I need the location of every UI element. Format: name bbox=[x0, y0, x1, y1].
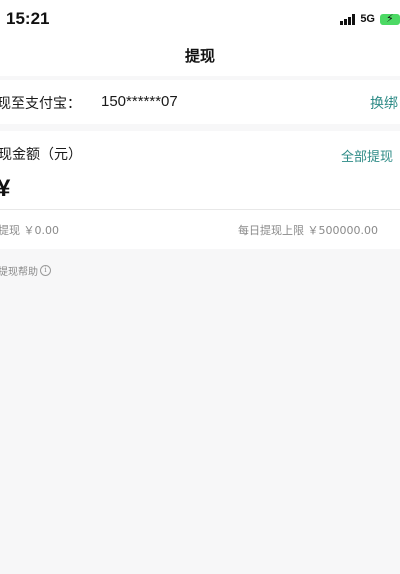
battery-charging-icon bbox=[380, 12, 400, 25]
currency-symbol: ¥ bbox=[0, 175, 11, 202]
help-label: 提现帮助 bbox=[0, 267, 38, 278]
withdraw-all-link[interactable]: 全部提现 bbox=[341, 146, 393, 165]
amount-input[interactable] bbox=[22, 176, 372, 204]
available-balance-text: 提现 ￥0.00 bbox=[0, 224, 59, 237]
network-label: 5G bbox=[360, 13, 375, 25]
divider bbox=[0, 209, 400, 210]
withdraw-help-link[interactable]: 提现帮助 i bbox=[0, 263, 51, 278]
amount-label: 现金额（元） bbox=[0, 147, 82, 163]
status-indicators: 5G bbox=[340, 12, 400, 26]
amount-card: 现金额（元） 全部提现 ¥ 提现 ￥0.00 每日提现上限 ￥500000.00 bbox=[0, 131, 400, 249]
signal-icon bbox=[340, 13, 356, 25]
change-account-link[interactable]: 换绑 bbox=[370, 93, 398, 113]
info-icon: i bbox=[40, 265, 51, 276]
account-card: 现至支付宝： 150******07 换绑 bbox=[0, 80, 400, 124]
account-label: 现至支付宝： bbox=[0, 96, 81, 112]
daily-limit-text: 每日提现上限 ￥500000.00 bbox=[238, 224, 378, 237]
page-title: 提现 bbox=[184, 47, 215, 65]
status-time: 15:21 bbox=[6, 9, 50, 28]
nav-header: 提现 bbox=[0, 36, 400, 76]
account-number: 150******07 bbox=[101, 93, 178, 110]
status-bar: 15:21 5G bbox=[0, 0, 400, 36]
